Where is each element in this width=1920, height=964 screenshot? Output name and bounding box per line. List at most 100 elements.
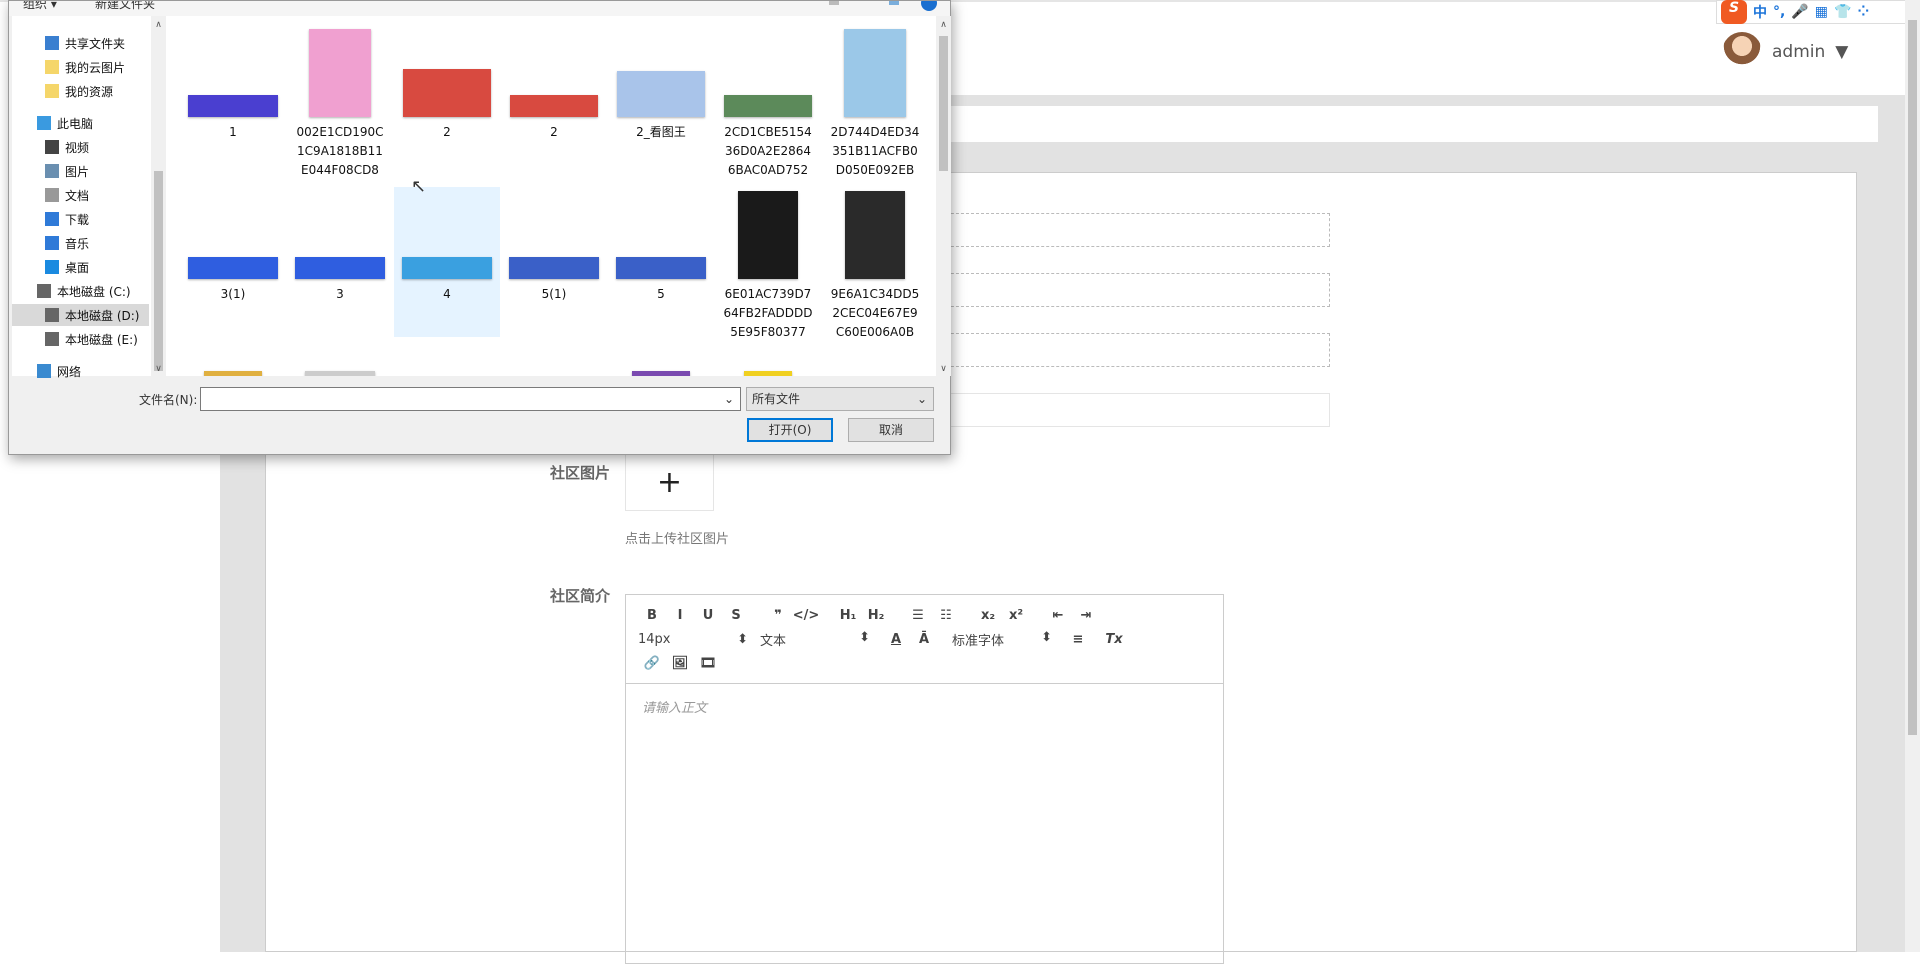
toolbar-button[interactable]: ❞ [764, 608, 792, 623]
nav-item[interactable]: 此电脑 [12, 112, 149, 134]
file-item[interactable] [715, 349, 821, 376]
music-icon [45, 236, 59, 250]
toolbar-button[interactable]: x² [1002, 608, 1030, 623]
nav-item[interactable]: 本地磁盘 (E:) [12, 328, 149, 350]
file-thumbnail [616, 257, 706, 279]
ime-item[interactable]: 👕 [1834, 4, 1851, 20]
video-icon[interactable]: 🎞 [694, 656, 722, 671]
editor-placeholder[interactable]: 请输入正文 [642, 697, 707, 716]
preview-pane-icon[interactable] [889, 1, 899, 5]
page-scrollbar[interactable] [1905, 0, 1920, 952]
ime-item[interactable]: °, [1773, 4, 1785, 20]
font-color-icon[interactable]: A [882, 632, 910, 647]
nav-item[interactable]: 我的云图片 [12, 56, 149, 78]
nav-item[interactable]: 音乐 [12, 232, 149, 254]
file-type-select[interactable]: 所有文件 ⌄ [746, 387, 934, 411]
shared-folder-icon [45, 36, 59, 50]
file-item[interactable] [287, 349, 393, 376]
nav-item[interactable]: 网络 [12, 360, 149, 382]
file-thumbnail [305, 371, 375, 376]
file-thumbnail [204, 371, 262, 376]
file-thumbnail [844, 29, 906, 117]
file-name: 3 [336, 287, 344, 301]
file-item[interactable]: 5 [608, 187, 714, 337]
nav-item[interactable]: 文档 [12, 184, 149, 206]
background-color-icon[interactable]: Ā [910, 632, 938, 647]
file-item[interactable]: 5(1) [501, 187, 607, 337]
open-button[interactable]: 打开(O) [747, 418, 833, 442]
toolbar-button[interactable]: ⇤ [1044, 608, 1072, 623]
filename-input[interactable]: ⌄ [200, 387, 741, 411]
file-item[interactable]: 2_看图王 [608, 25, 714, 175]
file-item[interactable]: 4 [394, 187, 500, 337]
nav-item[interactable]: 共享文件夹 [12, 32, 149, 54]
dialog-toolbar: 组织 ▾ 新建文件夹 [9, 1, 950, 16]
file-item[interactable]: 2D744D4ED34351B11ACFB0D050E092EB [822, 25, 928, 177]
new-folder-button[interactable]: 新建文件夹 [95, 1, 155, 12]
file-name: 3(1) [220, 287, 246, 301]
file-item[interactable]: 3(1) [180, 187, 286, 337]
toolbar-button[interactable]: S [722, 608, 750, 623]
file-thumbnail [309, 29, 371, 117]
nav-item-label: 桌面 [65, 260, 90, 275]
sogou-logo-icon: S [1721, 0, 1747, 24]
toolbar-button[interactable]: </> [792, 608, 820, 623]
nav-item[interactable]: 图片 [12, 160, 149, 182]
nav-item[interactable]: 桌面 [12, 256, 149, 278]
ime-item[interactable]: ⁘ [1857, 4, 1869, 20]
clear-format-icon[interactable]: Tx [1100, 632, 1128, 647]
upload-image-button[interactable]: + [625, 455, 714, 511]
toolbar-button[interactable]: U [694, 608, 722, 623]
file-item[interactable]: 002E1CD190C1C9A1818B11E044F08CD8 [287, 25, 393, 177]
ime-item[interactable]: 🎤 [1791, 4, 1808, 20]
font-family-select[interactable]: 标准字体 ⬍ [952, 630, 1052, 649]
toolbar-button[interactable]: I [666, 608, 694, 623]
cancel-button[interactable]: 取消 [848, 418, 934, 442]
file-item[interactable] [501, 349, 607, 376]
nav-item[interactable]: 本地磁盘 (C:) [12, 280, 149, 302]
file-item[interactable]: 1 [180, 25, 286, 175]
link-icon[interactable]: 🔗 [638, 656, 666, 671]
file-item[interactable]: 2 [394, 25, 500, 175]
toolbar-button[interactable]: ☰ [904, 608, 932, 623]
chevron-down-icon[interactable]: ⌄ [724, 392, 734, 406]
user-menu[interactable]: admin ▼ [1722, 32, 1848, 72]
nav-item-label: 我的云图片 [65, 60, 126, 75]
organize-button[interactable]: 组织 ▾ [23, 1, 57, 12]
file-item[interactable]: 9E6A1C34DD52CEC04E67E9C60E006A0B [822, 187, 928, 339]
file-item[interactable]: 2CD1CBE515436D0A2E28646BAC0AD752 [715, 25, 821, 177]
file-item[interactable]: 2 [501, 25, 607, 175]
ime-item[interactable]: ▦ [1815, 4, 1828, 20]
file-grid-scrollbar[interactable]: ∧ ∨ [936, 16, 951, 376]
block-format-select[interactable]: 文本 ⬍ [760, 630, 870, 649]
file-item[interactable]: 6E01AC739D764FB2FADDDD5E95F80377 [715, 187, 821, 339]
align-icon[interactable]: ≡ [1064, 632, 1092, 647]
file-thumbnail [509, 257, 599, 279]
pictures-icon [45, 164, 59, 178]
nav-item[interactable]: 下载 [12, 208, 149, 230]
view-icon[interactable] [829, 1, 839, 5]
nav-item[interactable]: 我的资源 [12, 80, 149, 102]
file-item[interactable]: 3 [287, 187, 393, 337]
ime-toolbar[interactable]: S 中 °, 🎤 ▦ 👕 ⁘ [1716, 0, 1920, 24]
chevron-down-icon: ⌄ [916, 392, 927, 406]
nav-scrollbar[interactable]: ∧ ∨ [151, 16, 166, 376]
toolbar-button[interactable]: H₂ [862, 608, 890, 623]
file-thumbnail [188, 95, 278, 117]
image-icon[interactable]: 🖼 [666, 656, 694, 671]
font-size-select[interactable]: 14px ⬍ [638, 632, 748, 647]
file-item[interactable] [180, 349, 286, 376]
toolbar-button[interactable]: H₁ [834, 608, 862, 623]
file-name: 4 [443, 287, 451, 301]
file-item[interactable] [394, 349, 500, 376]
help-icon[interactable] [921, 1, 937, 11]
file-item[interactable] [608, 349, 714, 376]
toolbar-button[interactable]: x₂ [974, 608, 1002, 623]
ime-item[interactable]: 中 [1753, 2, 1767, 22]
toolbar-button[interactable]: B [638, 608, 666, 623]
nav-item[interactable]: 本地磁盘 (D:) [12, 304, 149, 326]
nav-item[interactable]: 视频 [12, 136, 149, 158]
video-icon [45, 140, 59, 154]
toolbar-button[interactable]: ⇥ [1072, 608, 1100, 623]
toolbar-button[interactable]: ☷ [932, 608, 960, 623]
